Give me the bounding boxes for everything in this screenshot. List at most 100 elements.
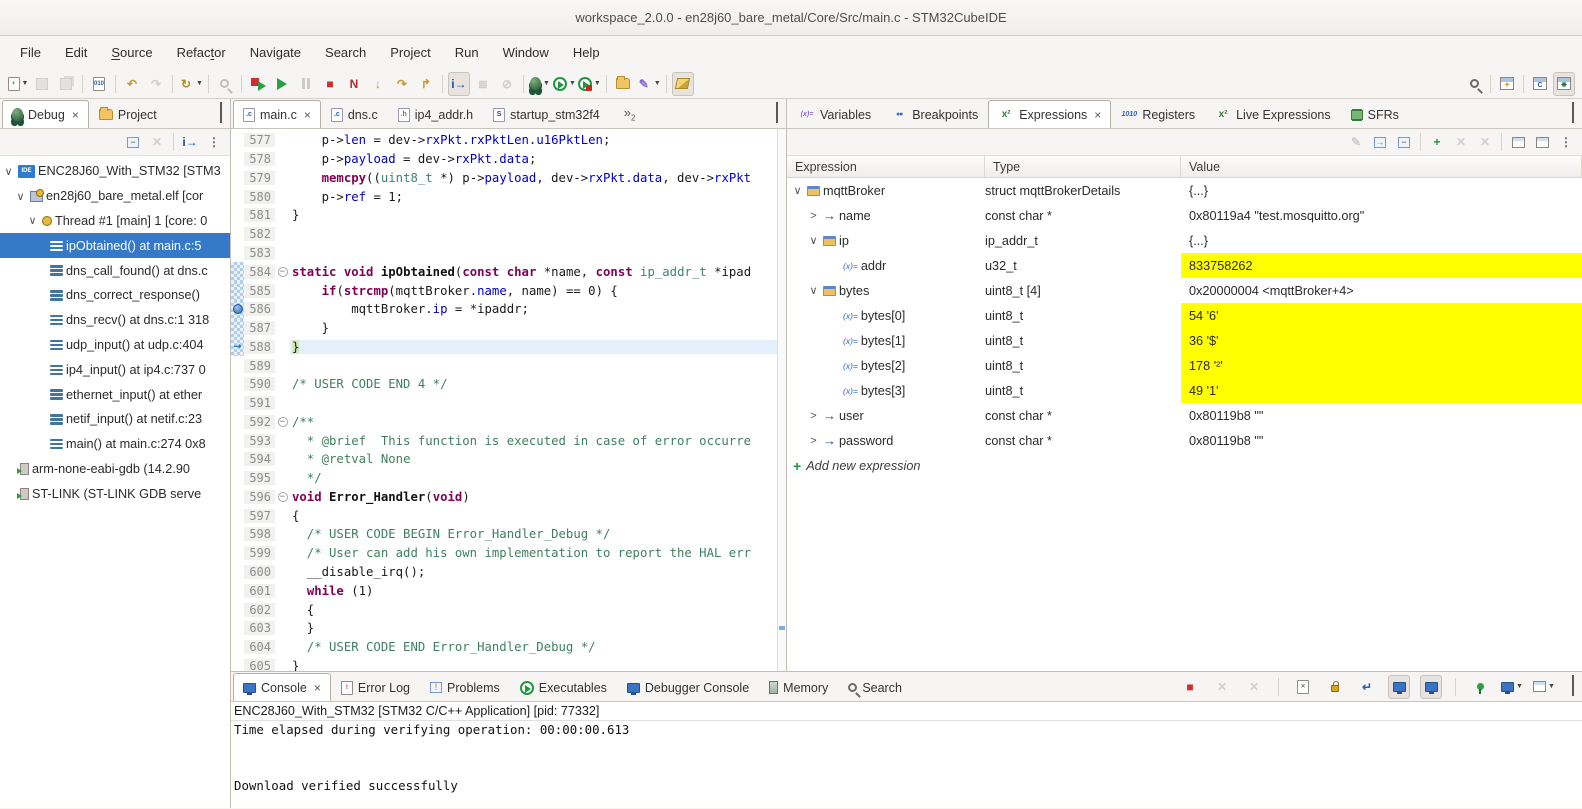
suspend-button[interactable] [295,72,317,96]
annotation-ruler[interactable] [231,394,244,413]
column-value[interactable]: Value [1181,156,1582,177]
code-line[interactable]: 586 mqttBroker.ip = *ipaddr; [231,300,786,319]
terminate-button[interactable]: ■ [319,72,341,96]
titlebar[interactable]: workspace_2.0.0 - en28j60_bare_metal/Cor… [0,0,1582,36]
build-binary-button[interactable]: 010 [88,72,110,96]
fold-collapse-icon[interactable]: − [278,492,288,502]
code-line[interactable]: 580 p->ref = 1; [231,187,786,206]
maximize-button[interactable] [220,105,222,123]
dropdown-arrow-icon[interactable]: ▼ [196,80,203,87]
instruction-stepping-mode-button[interactable]: i→ [179,130,201,154]
line-number[interactable]: 586 [244,302,275,316]
dropdown-arrow-icon[interactable]: ▼ [569,80,576,87]
debug-tree-item[interactable]: arm-none-eabi-gdb (14.2.90 [0,457,230,482]
line-number[interactable]: 584 [244,265,275,279]
folding-ruler[interactable]: − [275,417,290,427]
debug-tree-item[interactable]: ST-LINK (ST-LINK GDB serve [0,481,230,506]
tab-executables[interactable]: Executables [510,673,617,701]
step-return-button[interactable]: ↱ [415,72,437,96]
close-icon[interactable]: × [304,108,311,122]
annotation-ruler[interactable] [231,469,244,488]
annotation-ruler[interactable] [231,244,244,263]
annotation-ruler[interactable] [231,187,244,206]
line-number[interactable]: 589 [244,359,275,373]
debug-tree-item[interactable]: dns_correct_response() [0,283,230,308]
code-line[interactable]: 579 memcpy((uint8_t *) p->payload, dev->… [231,169,786,188]
overview-ruler[interactable] [777,129,786,671]
editor-tab-main-c[interactable]: .cmain.c× [233,100,321,128]
code-line[interactable]: 577 p->len = dev->rxPkt.rxPktLen.u16PktL… [231,131,786,150]
collapse-all-button[interactable]: − [122,130,144,154]
show-on-stderr-button[interactable] [1420,675,1442,699]
instruction-stepping-button[interactable]: i→ [448,72,470,96]
save-all-button[interactable] [55,72,77,96]
debug-tree-item[interactable]: ethernet_input() at ether [0,382,230,407]
line-number[interactable]: 583 [244,246,275,260]
line-number[interactable]: 585 [244,284,275,298]
view-menu-button[interactable]: ⋮ [1555,130,1577,154]
tab-overflow-chevron[interactable]: »2 [624,105,636,123]
line-number[interactable]: 581 [244,208,275,222]
expander-icon[interactable]: ∨ [807,234,820,247]
line-number[interactable]: 599 [244,546,275,560]
line-number[interactable]: 577 [244,133,275,147]
cpp-perspective-button[interactable]: C [1529,72,1551,96]
toggle-marker-button[interactable] [672,72,694,96]
step-into-button[interactable]: ↓ [367,72,389,96]
code-line[interactable]: 584−static void ipObtained(const char *n… [231,262,786,281]
dropdown-arrow-icon[interactable]: ▼ [594,80,601,87]
tab-live-expressions[interactable]: x²Live Expressions [1205,100,1341,128]
column-expression[interactable]: Expression [787,156,985,177]
display-console-button[interactable]: ▼ [1501,675,1523,699]
tab-search[interactable]: Search [838,673,912,701]
menu-help[interactable]: Help [561,40,612,65]
annotation-ruler[interactable] [231,525,244,544]
debug-tree-item[interactable]: ipObtained() at main.c:5 [0,233,230,258]
menu-edit[interactable]: Edit [53,40,99,65]
code-line[interactable]: 600 __disable_irq(); [231,563,786,582]
tab-registers[interactable]: 1010Registers [1111,100,1205,128]
line-number[interactable]: 578 [244,152,275,166]
resume-button[interactable] [271,72,293,96]
code-line[interactable]: 582 [231,225,786,244]
expression-row[interactable]: (x)=bytes[0]uint8_t54 '6' [787,303,1582,328]
code-line[interactable]: 583 [231,244,786,263]
expander-icon[interactable]: ∨ [26,214,39,227]
annotation-ruler[interactable] [231,506,244,525]
annotation-ruler[interactable] [231,412,244,431]
code-line[interactable]: 602 { [231,600,786,619]
expression-row[interactable]: (x)=bytes[3]uint8_t49 '1' [787,378,1582,403]
close-icon[interactable]: × [1094,108,1101,122]
debug-tree-item[interactable]: ∨en28j60_bare_metal.elf [cor [0,184,230,209]
annotation-ruler[interactable] [231,488,244,507]
menu-file[interactable]: File [8,40,53,65]
expression-row[interactable]: >→passwordconst char *0x80119b8 "" [787,428,1582,453]
tab-console[interactable]: Console× [233,673,331,701]
code-line[interactable]: 605} [231,656,786,671]
code-line[interactable]: 599 /* User can add his own implementati… [231,544,786,563]
debug-tree-item[interactable]: main() at main.c:274 0x8 [0,432,230,457]
code-editor[interactable]: 577 p->len = dev->rxPkt.rxPktLen.u16PktL… [231,129,786,671]
annotation-ruler[interactable] [231,619,244,638]
annotation-ruler[interactable] [231,656,244,671]
tab-memory[interactable]: Memory [759,673,838,701]
line-number[interactable]: 595 [244,471,275,485]
line-number[interactable]: 580 [244,190,275,204]
line-number[interactable]: 592 [244,415,275,429]
undo-button[interactable]: ↶ [121,72,143,96]
debug-tree-item[interactable]: dns_recv() at dns.c:1 318 [0,308,230,333]
line-number[interactable]: 594 [244,452,275,466]
show-logical-structure-button[interactable]: → [1369,130,1391,154]
breakpoint-icon[interactable] [233,304,243,314]
column-type[interactable]: Type [985,156,1181,177]
code-line[interactable]: 581} [231,206,786,225]
new-view-button[interactable] [1507,130,1529,154]
annotation-ruler[interactable] [231,262,244,281]
debug-tree-item[interactable]: ip4_input() at ip4.c:737 0 [0,357,230,382]
code-line[interactable]: 603 } [231,619,786,638]
build-project-button[interactable]: ↻▼ [178,72,203,96]
line-number[interactable]: 588 [244,340,275,354]
annotation-ruler[interactable] [231,431,244,450]
dropdown-arrow-icon[interactable]: ▼ [1548,683,1555,690]
save-button[interactable] [31,72,53,96]
